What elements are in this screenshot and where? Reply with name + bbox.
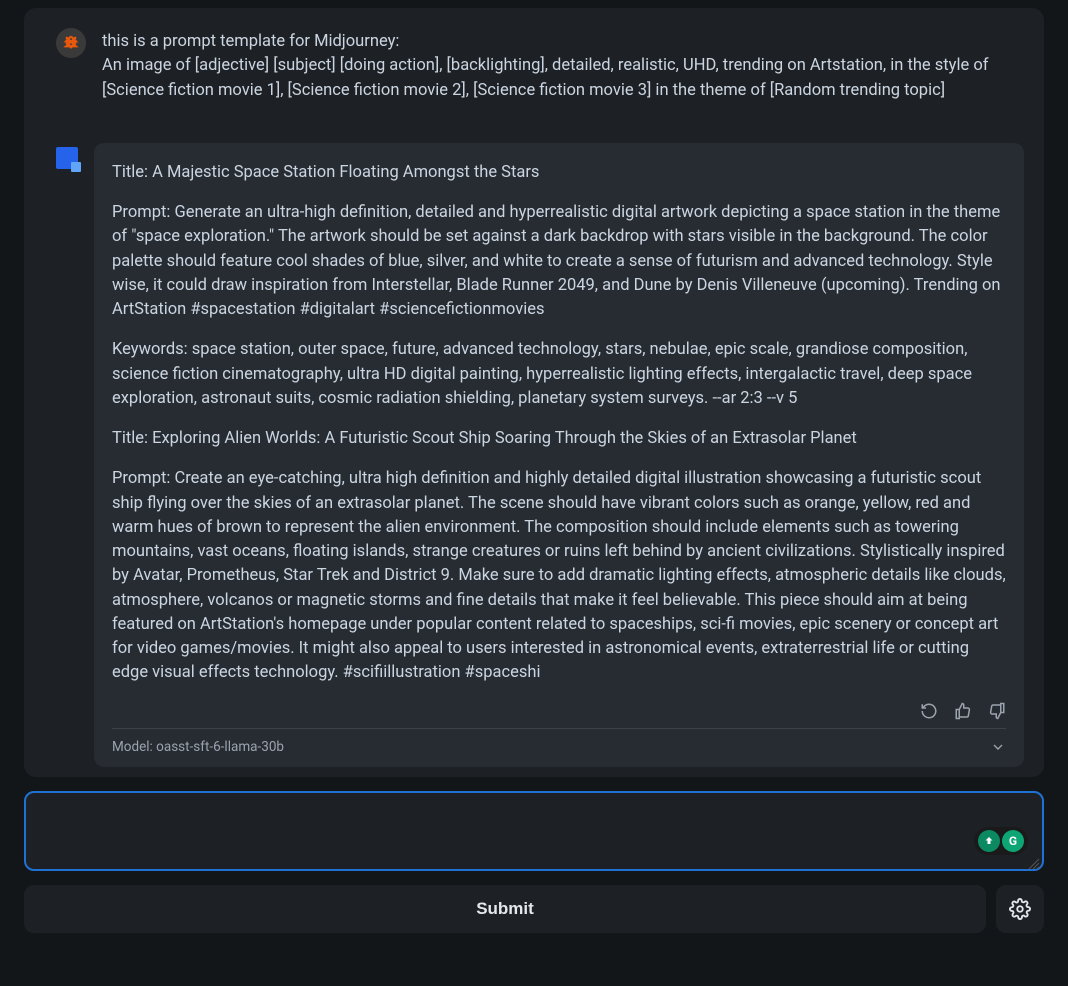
gear-icon bbox=[1009, 898, 1031, 920]
grammarly-widget[interactable]: G bbox=[974, 827, 1028, 855]
bottom-controls: Submit bbox=[24, 885, 1044, 933]
model-label: Model: oasst-sft-6-llama-30b bbox=[112, 739, 284, 755]
user-avatar-icon bbox=[56, 28, 86, 58]
resize-handle-icon[interactable] bbox=[1028, 855, 1040, 867]
grammarly-g-icon[interactable]: G bbox=[1002, 830, 1024, 852]
thumbs-up-icon[interactable] bbox=[954, 702, 972, 720]
response-actions bbox=[112, 698, 1006, 728]
chat-container: this is a prompt template for Midjourney… bbox=[24, 8, 1044, 777]
submit-button[interactable]: Submit bbox=[24, 885, 986, 933]
ai-paragraph: Prompt: Generate an ultra-high definitio… bbox=[112, 201, 1006, 322]
settings-button[interactable] bbox=[996, 885, 1044, 933]
thumbs-down-icon[interactable] bbox=[988, 702, 1006, 720]
ai-message-row: Title: A Majestic Space Station Floating… bbox=[44, 143, 1024, 767]
ai-paragraph: Keywords: space station, outer space, fu… bbox=[112, 338, 1006, 411]
grammarly-arrow-icon[interactable] bbox=[978, 830, 1000, 852]
ai-paragraph: Title: A Majestic Space Station Floating… bbox=[112, 161, 1006, 185]
ai-avatar-icon bbox=[56, 147, 78, 169]
regenerate-icon[interactable] bbox=[920, 702, 938, 720]
ai-paragraph: Title: Exploring Alien Worlds: A Futuris… bbox=[112, 427, 1006, 451]
user-message-text: this is a prompt template for Midjourney… bbox=[102, 28, 1012, 103]
ai-paragraph: Prompt: Create an eye-catching, ultra hi… bbox=[112, 467, 1006, 685]
ai-response-block: Title: A Majestic Space Station Floating… bbox=[94, 143, 1024, 767]
chevron-down-icon[interactable] bbox=[990, 739, 1006, 755]
model-footer[interactable]: Model: oasst-sft-6-llama-30b bbox=[112, 728, 1006, 755]
user-message-row: this is a prompt template for Midjourney… bbox=[44, 28, 1024, 103]
message-input[interactable]: G bbox=[24, 791, 1044, 871]
input-area: G Submit bbox=[24, 791, 1044, 933]
